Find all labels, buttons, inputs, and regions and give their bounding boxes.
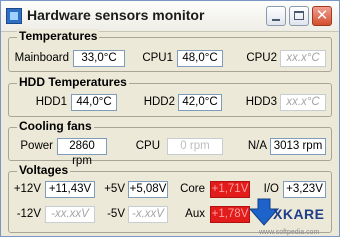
- plus5v-label: +5V: [104, 183, 125, 195]
- aux-voltage-label: Aux: [185, 208, 205, 220]
- cpu2-temp-field[interactable]: xx.x°C: [280, 50, 326, 67]
- minimize-icon: [272, 19, 280, 21]
- maximize-button[interactable]: [289, 6, 309, 26]
- window-title: Hardware sensors monitor: [27, 7, 205, 23]
- title-bar[interactable]: Hardware sensors monitor ✕: [1, 1, 339, 32]
- hdd3-temp-field[interactable]: xx.x°C: [280, 94, 326, 111]
- minimize-button[interactable]: [266, 6, 286, 26]
- maximize-icon: [294, 11, 304, 20]
- core-voltage-field[interactable]: +1,71V: [210, 181, 250, 198]
- cooling-fans-title: Cooling fans: [17, 119, 94, 133]
- monitor-app-icon: [6, 8, 22, 24]
- core-voltage-label: Core: [180, 183, 205, 195]
- plus12v-field[interactable]: +11,43V: [45, 181, 95, 198]
- minus5v-field[interactable]: -x.xxV: [128, 206, 168, 223]
- voltages-title: Voltages: [17, 163, 71, 177]
- na-fan-field[interactable]: 3013 rpm: [270, 138, 326, 155]
- mainboard-temp-field[interactable]: 33,0°C: [73, 50, 125, 67]
- cpu1-temp-field[interactable]: 48,0°C: [177, 50, 223, 67]
- hdd2-label: HDD2: [143, 96, 175, 108]
- hdd1-temp-field[interactable]: 44,0°C: [71, 94, 117, 111]
- temperatures-title: Temperatures: [17, 29, 100, 43]
- plus5v-field[interactable]: +5,08V: [128, 181, 168, 198]
- minus5v-label: -5V: [107, 208, 125, 220]
- close-icon: ✕: [315, 7, 329, 24]
- hdd2-temp-field[interactable]: 42,0°C: [178, 94, 222, 111]
- power-fan-field[interactable]: 2860 rpm: [57, 138, 107, 167]
- mainboard-label: Mainboard: [14, 52, 69, 64]
- watermark-brand: XKARE: [273, 206, 325, 222]
- cpu-fan-label: CPU: [135, 140, 160, 152]
- hdd1-label: HDD1: [35, 96, 67, 108]
- aux-voltage-field[interactable]: +1,78V: [210, 206, 250, 223]
- app-window: Hardware sensors monitor ✕ Temperatures …: [0, 0, 340, 237]
- plus12v-label: +12V: [13, 183, 41, 195]
- hdd-temperatures-title: HDD Temperatures: [17, 75, 129, 89]
- cpu1-label: CPU1: [142, 52, 173, 64]
- watermark-site: www.softpedia.com: [259, 229, 320, 236]
- hdd3-label: HDD3: [245, 96, 277, 108]
- close-button[interactable]: ✕: [312, 6, 332, 26]
- minus12v-field[interactable]: -xx.xxV: [45, 206, 95, 223]
- cpu2-label: CPU2: [246, 52, 277, 64]
- minus12v-label: -12V: [16, 208, 41, 220]
- na-fan-label: N/A: [247, 140, 267, 152]
- cpu-fan-field[interactable]: 0 rpm: [167, 138, 223, 155]
- power-fan-label: Power: [20, 140, 53, 152]
